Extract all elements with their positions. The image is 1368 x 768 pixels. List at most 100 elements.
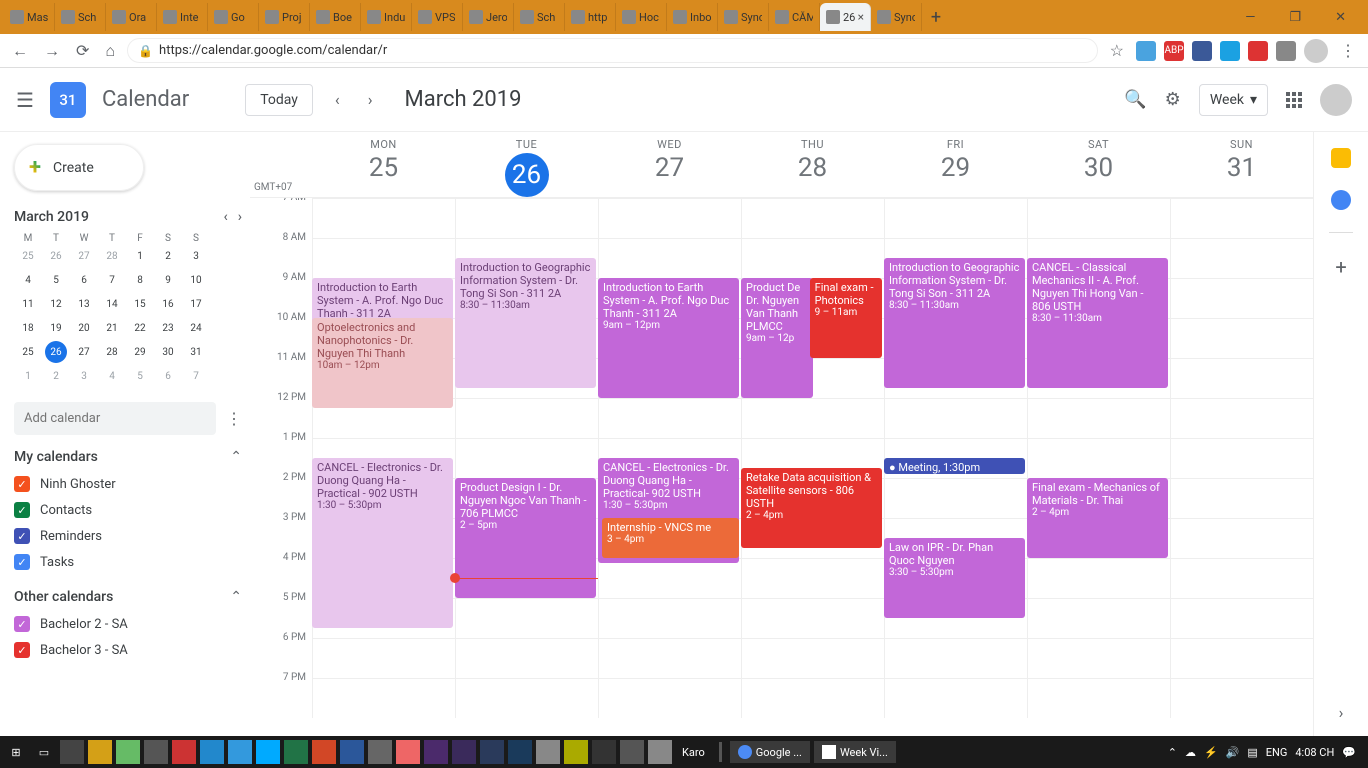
calendar-item[interactable]: ✓Reminders <box>14 523 242 549</box>
hamburger-icon[interactable]: ☰ <box>16 88 34 112</box>
mini-day[interactable]: 7 <box>182 371 210 382</box>
taskbar-app-icon[interactable] <box>368 740 392 764</box>
browser-tab[interactable]: CẮM <box>769 3 820 31</box>
calendar-event[interactable]: Introduction to Geographic Information S… <box>455 258 596 388</box>
taskbar-app-icon[interactable] <box>144 740 168 764</box>
day-header[interactable]: WED27 <box>598 138 741 197</box>
mini-day[interactable]: 27 <box>70 347 98 358</box>
mini-day[interactable]: 17 <box>182 299 210 310</box>
mini-day[interactable]: 5 <box>42 275 70 286</box>
tray-up-icon[interactable]: ⌃ <box>1168 746 1177 759</box>
mini-day[interactable]: 27 <box>70 251 98 262</box>
taskbar-app-icon[interactable] <box>228 740 252 764</box>
taskbar-ps-icon[interactable] <box>508 740 532 764</box>
taskbar-app-icon[interactable] <box>620 740 644 764</box>
browser-tab[interactable]: Go <box>208 3 259 31</box>
browser-tab[interactable]: Indu <box>361 3 412 31</box>
mini-day[interactable]: 19 <box>42 323 70 334</box>
new-tab-button[interactable]: + <box>922 7 950 28</box>
mini-day[interactable]: 22 <box>126 323 154 334</box>
browser-tab[interactable]: http <box>565 3 616 31</box>
mini-day[interactable]: 14 <box>98 299 126 310</box>
chrome-profile-avatar[interactable] <box>1304 39 1328 63</box>
my-calendars-header[interactable]: My calendars ⌃ <box>14 449 242 465</box>
taskbar-powerpoint-icon[interactable] <box>312 740 336 764</box>
window-minimize[interactable]: — <box>1237 6 1263 29</box>
mini-next-button[interactable]: › <box>238 209 242 225</box>
calendar-event[interactable]: Retake Data acquisition & Satellite sens… <box>741 468 882 548</box>
browser-tab[interactable]: VPS <box>412 3 463 31</box>
mini-day[interactable]: 1 <box>14 371 42 382</box>
tray-network-icon[interactable]: ▤ <box>1247 746 1257 759</box>
mini-prev-button[interactable]: ‹ <box>223 209 227 225</box>
mini-day[interactable]: 6 <box>154 371 182 382</box>
taskbar-app-icon[interactable] <box>172 740 196 764</box>
mini-day[interactable]: 26 <box>45 341 67 363</box>
mini-day[interactable]: 1 <box>126 251 154 262</box>
url-input[interactable]: 🔒 https://calendar.google.com/calendar/r <box>127 38 1098 63</box>
day-header[interactable]: SAT30 <box>1027 138 1170 197</box>
browser-tab[interactable]: Mas <box>4 3 55 31</box>
other-calendars-header[interactable]: Other calendars ⌃ <box>14 589 242 605</box>
day-header[interactable]: MON25 <box>312 138 455 197</box>
calendar-event[interactable]: CANCEL - Electronics - Dr. Duong Quang H… <box>312 458 453 628</box>
add-calendar-menu[interactable]: ⋮ <box>226 409 242 428</box>
add-calendar-input[interactable] <box>14 402 216 435</box>
taskbar-app-icon[interactable] <box>200 740 224 764</box>
taskbar-word-icon[interactable] <box>340 740 364 764</box>
search-icon[interactable]: 🔍 <box>1124 89 1146 110</box>
browser-tab[interactable]: Jero <box>463 3 514 31</box>
browser-tab[interactable]: Ora <box>106 3 157 31</box>
bookmark-star[interactable]: ☆ <box>1106 37 1128 64</box>
tasks-icon[interactable] <box>1331 190 1351 210</box>
mini-day[interactable]: 13 <box>70 299 98 310</box>
taskview-icon[interactable]: ▭ <box>32 740 56 764</box>
browser-tab[interactable]: Proj <box>259 3 310 31</box>
day-header[interactable]: FRI29 <box>884 138 1027 197</box>
mini-day[interactable]: 18 <box>14 323 42 334</box>
nav-reload[interactable]: ⟳ <box>72 37 93 64</box>
calendar-event[interactable]: Introduction to Geographic Information S… <box>884 258 1025 388</box>
today-button[interactable]: Today <box>245 84 313 116</box>
calendar-item[interactable]: ✓Bachelor 2 - SA <box>14 611 242 637</box>
mini-day[interactable]: 21 <box>98 323 126 334</box>
ext-adblock-icon[interactable]: ABP <box>1164 41 1184 61</box>
mini-day[interactable]: 28 <box>98 251 126 262</box>
start-button[interactable]: ⊞ <box>4 740 28 764</box>
mini-day[interactable]: 23 <box>154 323 182 334</box>
ext-icon-3[interactable] <box>1220 41 1240 61</box>
ext-icon-2[interactable] <box>1192 41 1212 61</box>
taskbar-pr-icon[interactable] <box>424 740 448 764</box>
mini-day[interactable]: 8 <box>126 275 154 286</box>
nav-forward[interactable]: → <box>40 37 64 65</box>
taskbar-app-icon[interactable] <box>564 740 588 764</box>
mini-day[interactable]: 12 <box>42 299 70 310</box>
mini-day[interactable]: 3 <box>182 251 210 262</box>
mini-day[interactable]: 25 <box>14 347 42 358</box>
calendar-event[interactable]: Product De Dr. Nguyen Van Thanh PLMCC9am… <box>741 278 813 398</box>
settings-icon[interactable]: ⚙ <box>1165 89 1181 110</box>
browser-tab[interactable]: Inbo <box>667 3 718 31</box>
window-close[interactable]: ✕ <box>1327 6 1354 29</box>
taskbar-app-icon[interactable] <box>396 740 420 764</box>
mini-day[interactable]: 15 <box>126 299 154 310</box>
ext-icon-4[interactable] <box>1248 41 1268 61</box>
taskbar-lr-icon[interactable] <box>480 740 504 764</box>
taskbar-app-icon[interactable] <box>592 740 616 764</box>
taskbar-app-icon[interactable] <box>256 740 280 764</box>
calendar-event[interactable]: Introduction to Earth System - A. Prof. … <box>598 278 739 398</box>
mini-day[interactable]: 7 <box>98 275 126 286</box>
nav-back[interactable]: ← <box>8 37 32 65</box>
mini-day[interactable]: 20 <box>70 323 98 334</box>
taskbar-app-icon[interactable] <box>536 740 560 764</box>
tray-notifications-icon[interactable]: 💬 <box>1342 746 1356 759</box>
browser-tab[interactable]: 26× <box>820 3 871 31</box>
mini-day[interactable]: 26 <box>42 251 70 262</box>
browser-menu[interactable]: ⋮ <box>1336 37 1360 64</box>
calendar-event[interactable]: Internship - VNCS me3 – 4pm <box>602 518 739 558</box>
day-header[interactable]: TUE26 <box>455 138 598 197</box>
taskbar-app-icon[interactable] <box>648 740 672 764</box>
mini-day[interactable]: 5 <box>126 371 154 382</box>
create-button[interactable]: + Create <box>14 144 144 191</box>
calendar-event[interactable]: Final exam - Mechanics of Materials - Dr… <box>1027 478 1168 558</box>
